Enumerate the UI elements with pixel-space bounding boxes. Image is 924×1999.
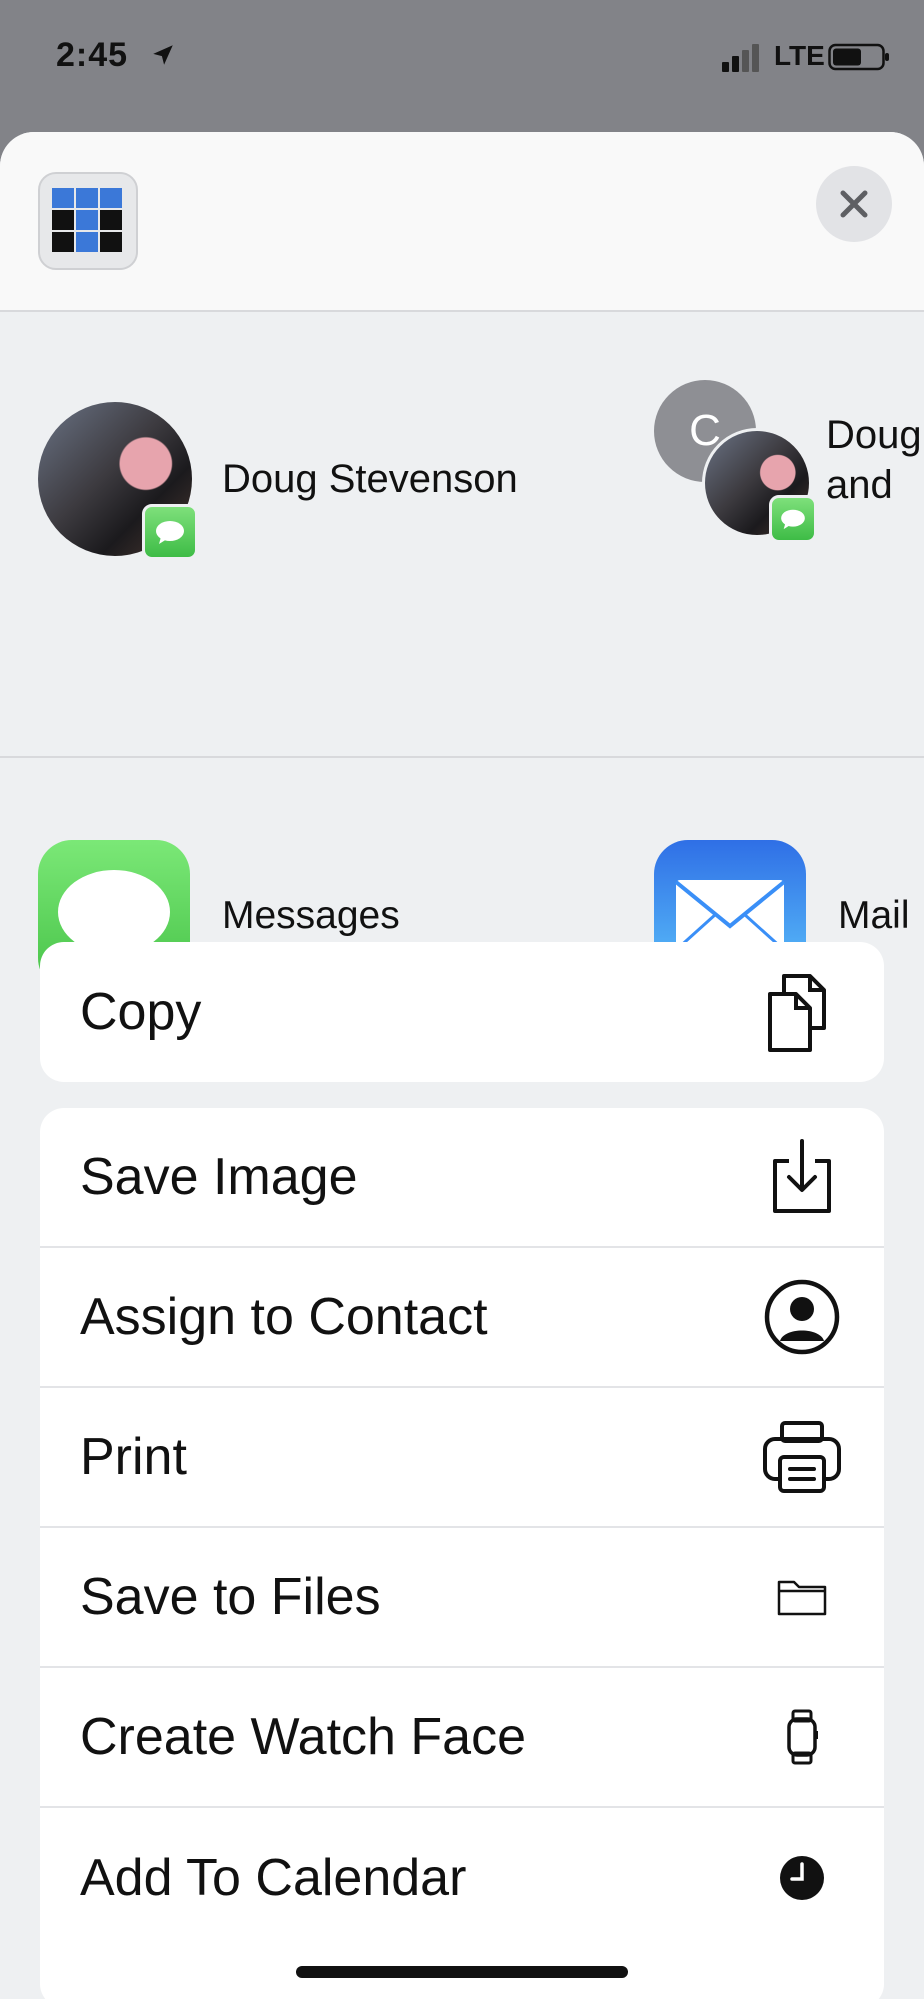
action-label: Print — [80, 1428, 187, 1486]
avatar — [38, 402, 198, 560]
people-suggestions: Doug Stevenson C Doug and — [0, 312, 924, 758]
avatar — [702, 428, 817, 543]
group-avatar: C — [654, 380, 817, 556]
status-bar: 2:45 LTE — [0, 0, 924, 130]
copy-icon — [760, 970, 844, 1054]
action-group-copy: Copy — [40, 942, 884, 1082]
shared-item-thumbnail — [38, 172, 138, 270]
location-arrow-icon — [153, 45, 173, 65]
contact-icon — [760, 1275, 844, 1359]
status-time: 2:45 — [56, 36, 129, 74]
cellular-signal-icon — [722, 44, 759, 72]
person-name: Doug — [826, 413, 922, 457]
app-label: Mail — [838, 894, 910, 937]
action-label: Copy — [80, 983, 202, 1041]
action-label: Save to Files — [80, 1568, 381, 1626]
folder-icon — [760, 1555, 844, 1639]
action-label: Assign to Contact — [80, 1288, 488, 1346]
printer-icon — [760, 1415, 844, 1499]
action-group-main: Save Image Assign to Contact Print Save … — [40, 1108, 884, 1999]
person-suggestion[interactable]: C Doug and — [654, 380, 922, 556]
close-button[interactable] — [816, 166, 892, 242]
share-sheet-header — [0, 132, 924, 312]
action-label: Create Watch Face — [80, 1708, 527, 1766]
close-icon — [840, 190, 868, 218]
share-sheet: Doug Stevenson C Doug and Messages Mail … — [0, 132, 924, 1999]
messages-badge-icon — [142, 504, 198, 560]
action-copy[interactable]: Copy — [40, 942, 884, 1082]
app-label: Messages — [222, 894, 400, 937]
clock-icon — [760, 1836, 844, 1920]
network-type: LTE — [774, 40, 825, 71]
action-label: Add To Calendar — [80, 1849, 467, 1907]
person-name: Doug Stevenson — [222, 457, 518, 501]
action-add-to-calendar[interactable]: Add To Calendar — [40, 1808, 884, 1948]
watch-icon — [760, 1695, 844, 1779]
action-label: Save Image — [80, 1148, 358, 1206]
action-save-image[interactable]: Save Image — [40, 1108, 884, 1248]
action-print[interactable]: Print — [40, 1388, 884, 1528]
save-image-icon — [760, 1135, 844, 1219]
person-name-line2: and — [826, 463, 893, 507]
person-suggestion[interactable]: Doug Stevenson — [38, 402, 518, 560]
action-create-watch-face[interactable]: Create Watch Face — [40, 1668, 884, 1808]
home-indicator[interactable] — [296, 1966, 628, 1978]
action-assign-to-contact[interactable]: Assign to Contact — [40, 1248, 884, 1388]
grid-thumbnail-icon — [52, 188, 122, 252]
battery-icon — [828, 43, 889, 71]
messages-badge-icon — [769, 495, 817, 543]
action-save-to-files[interactable]: Save to Files — [40, 1528, 884, 1668]
